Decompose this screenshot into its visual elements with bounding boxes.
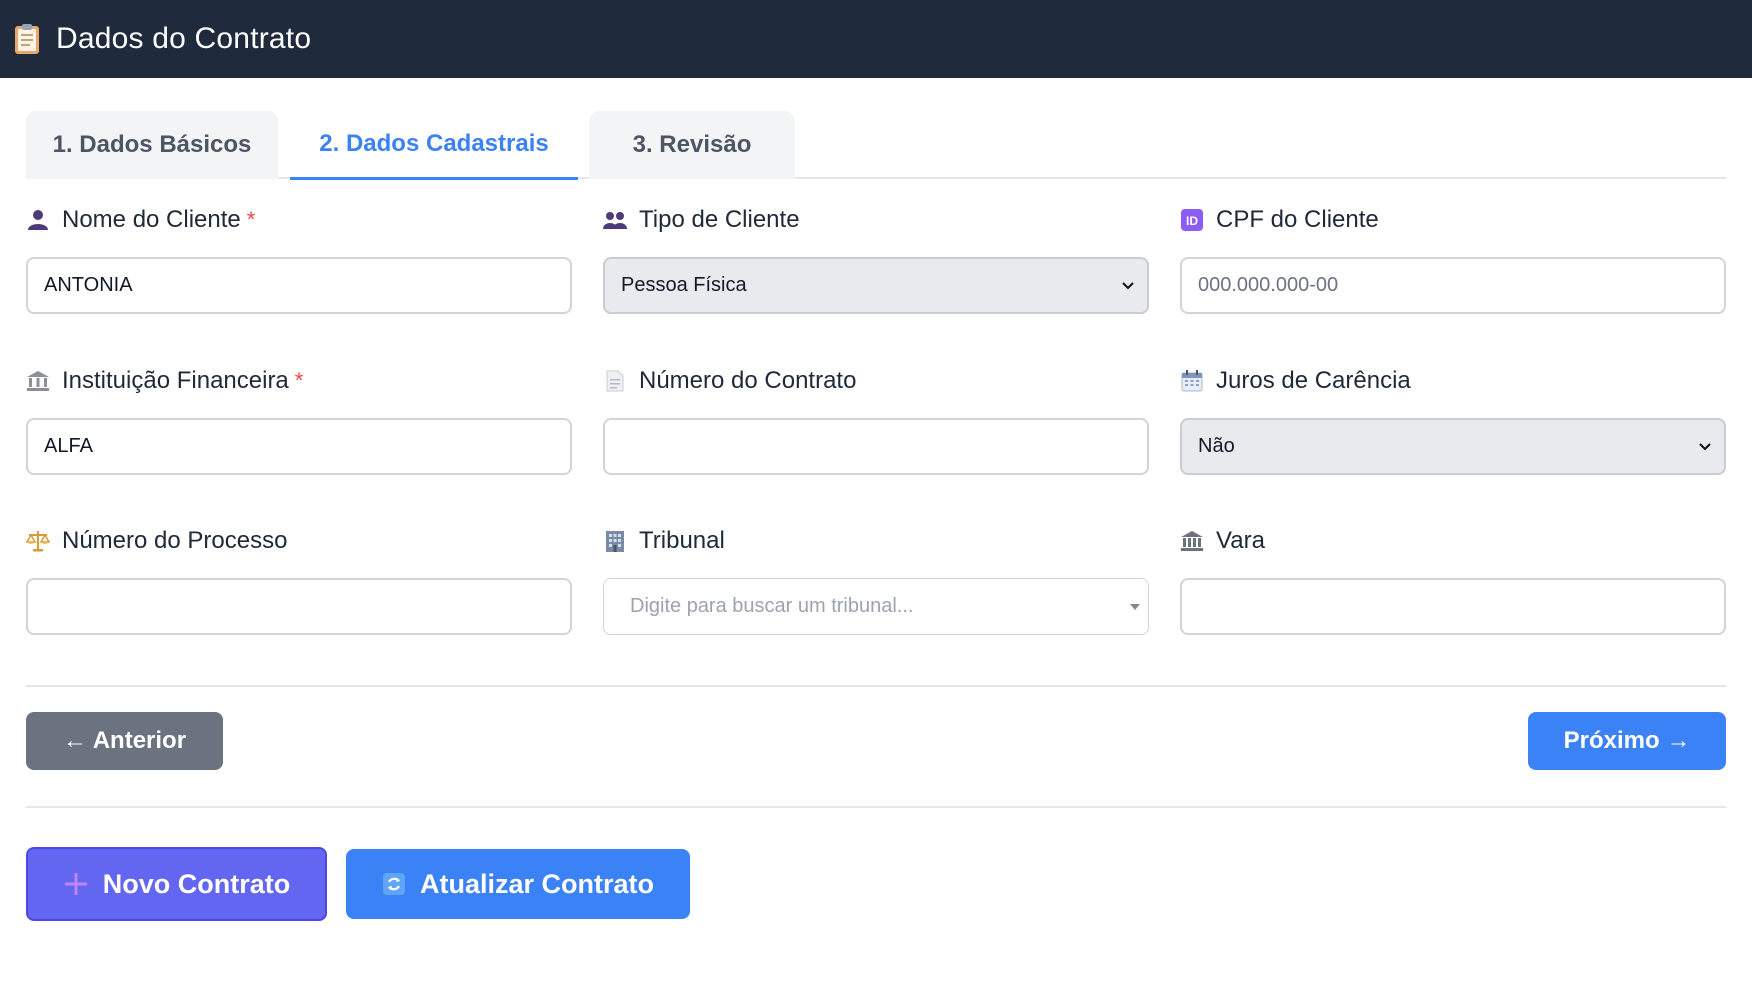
field-label: Juros de Carência	[1216, 367, 1411, 394]
field-vara: Vara	[1180, 526, 1726, 635]
calendar-icon	[1180, 369, 1204, 393]
document-icon	[603, 369, 627, 393]
required-mark: *	[294, 368, 304, 393]
field-label: Número do Contrato	[639, 367, 857, 394]
svg-text:ID: ID	[1186, 214, 1198, 228]
field-numero-processo: Número do Processo	[26, 526, 572, 635]
field-tribunal: Tribunal Digite para buscar um tribunal.…	[603, 526, 1149, 635]
field-juros-carencia: Juros de Carência Não	[1180, 366, 1726, 475]
user-icon	[26, 208, 50, 232]
tab-dados-basicos[interactable]: 1. Dados Básicos	[26, 111, 278, 179]
chevron-down-icon	[1699, 442, 1711, 450]
field-label: Nome do Cliente	[62, 206, 241, 233]
chevron-down-icon	[1122, 281, 1134, 289]
tipo-cliente-select[interactable]: Pessoa Física	[603, 257, 1149, 314]
field-label: Instituição Financeira	[62, 367, 289, 394]
tribunal-search-combobox[interactable]: Digite para buscar um tribunal...	[603, 578, 1149, 635]
cpf-cliente-input[interactable]: 000.000.000-00	[1180, 257, 1726, 314]
field-label: Tipo de Cliente	[639, 206, 800, 233]
refresh-icon	[382, 872, 406, 896]
required-mark: *	[246, 207, 256, 232]
plus-icon	[63, 871, 89, 897]
caret-down-icon	[1130, 603, 1140, 610]
new-contract-button[interactable]: Novo Contrato	[26, 847, 327, 921]
field-numero-contrato: Número do Contrato	[603, 366, 1149, 475]
id-icon: ID	[1180, 208, 1204, 232]
previous-button[interactable]: ← Anterior	[26, 712, 223, 770]
app-header: Dados do Contrato	[0, 0, 1752, 78]
numero-processo-input[interactable]	[26, 578, 572, 635]
section-divider	[26, 685, 1726, 687]
field-label: Vara	[1216, 527, 1265, 554]
vara-input[interactable]	[1180, 578, 1726, 635]
numero-contrato-input[interactable]	[603, 418, 1149, 475]
field-instituicao-financeira: Instituição Financeira * ALFA	[26, 366, 572, 475]
tab-revisao[interactable]: 3. Revisão	[589, 111, 795, 179]
scales-icon	[26, 529, 50, 553]
field-label: Número do Processo	[62, 527, 288, 554]
clipboard-icon	[15, 24, 39, 54]
nome-cliente-input[interactable]: ANTONIA	[26, 257, 572, 314]
field-nome-cliente: Nome do Cliente * ANTONIA	[26, 205, 572, 314]
juros-carencia-select[interactable]: Não	[1180, 418, 1726, 475]
page-title: Dados do Contrato	[56, 22, 312, 55]
instituicao-financeira-input[interactable]: ALFA	[26, 418, 572, 475]
field-tipo-cliente: Tipo de Cliente Pessoa Física	[603, 205, 1149, 314]
field-label: Tribunal	[639, 527, 725, 554]
next-button[interactable]: Próximo →	[1528, 712, 1726, 770]
bank-icon	[26, 369, 50, 393]
field-cpf-cliente: ID CPF do Cliente 000.000.000-00	[1180, 205, 1726, 314]
courthouse-icon	[1180, 529, 1204, 553]
step-tabs: 1. Dados Básicos 2. Dados Cadastrais 3. …	[26, 111, 1726, 180]
users-icon	[603, 208, 627, 232]
office-building-icon	[603, 529, 627, 553]
field-label: CPF do Cliente	[1216, 206, 1379, 233]
update-contract-button[interactable]: Atualizar Contrato	[346, 849, 690, 919]
section-divider	[26, 806, 1726, 808]
tab-dados-cadastrais[interactable]: 2. Dados Cadastrais	[290, 111, 578, 180]
